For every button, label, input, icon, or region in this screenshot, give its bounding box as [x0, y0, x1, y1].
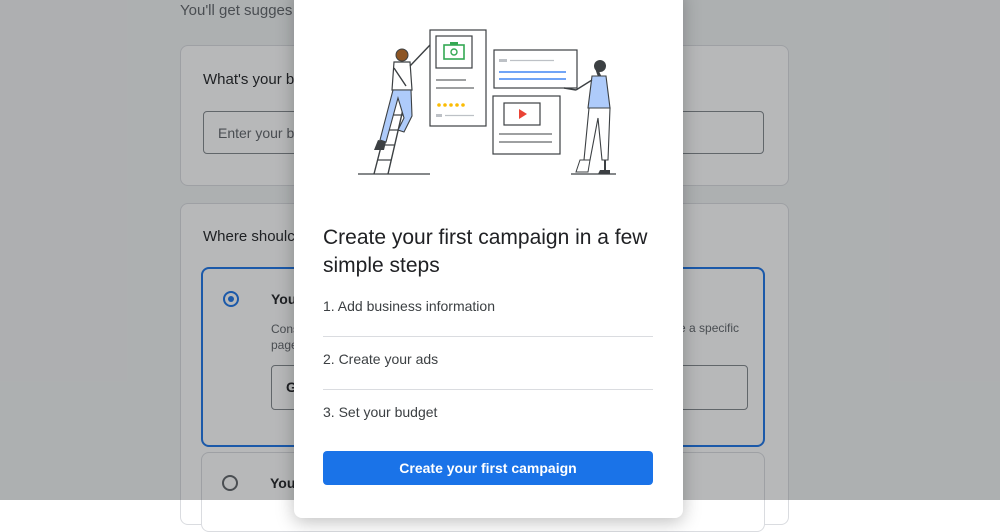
- step-item: 3. Set your budget: [323, 390, 653, 443]
- step-item: 2. Create your ads: [323, 337, 653, 390]
- step-item: 1. Add business information: [323, 284, 653, 337]
- step-label: 1. Add business information: [323, 298, 495, 314]
- step-label: 3. Set your budget: [323, 404, 438, 420]
- campaign-illustration: [358, 29, 616, 175]
- dialog-title: Create your first campaign in a few simp…: [323, 226, 648, 277]
- step-label: 2. Create your ads: [323, 351, 439, 367]
- create-campaign-button[interactable]: Create your first campaign: [323, 451, 653, 485]
- welcome-dialog: Create your first campaign in a few simp…: [294, 0, 683, 518]
